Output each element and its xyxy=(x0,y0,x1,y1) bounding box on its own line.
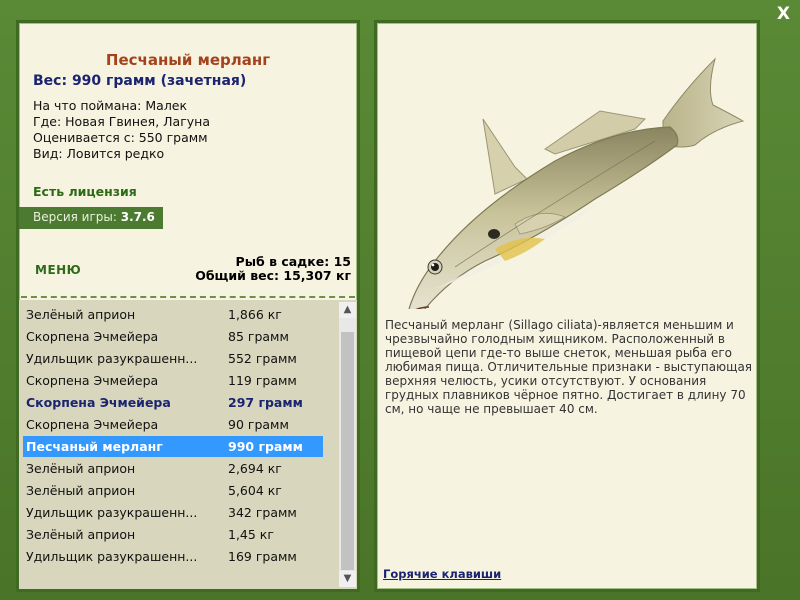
catch-fish-name: Удильщик разукрашенн... xyxy=(26,351,198,366)
catch-list-row[interactable]: Зелёный априон 1,866 кг xyxy=(23,304,323,325)
catch-fish-name: Скорпена Эчмейера xyxy=(26,395,171,410)
catch-fish-weight: 90 грамм xyxy=(228,417,289,432)
bait-info: На что поймана: Малек xyxy=(33,98,188,113)
catch-fish-name: Скорпена Эчмейера xyxy=(26,417,159,432)
version-label: Версия игры: xyxy=(33,210,117,224)
fish-description: Песчаный мерланг (Sillago ciliata)-являе… xyxy=(385,318,753,416)
fish-image xyxy=(408,57,745,309)
chevron-up-icon[interactable]: ▲ xyxy=(339,302,356,318)
catch-fish-name: Зелёный априон xyxy=(26,461,136,476)
catch-fish-weight: 5,604 кг xyxy=(228,483,282,498)
catch-fish-name: Зелёный априон xyxy=(26,307,136,322)
catch-list-row[interactable]: Зелёный априон 1,45 кг xyxy=(23,524,323,545)
keepnet-summary: Рыб в садке: 15 Общий вес: 15,307 кг xyxy=(195,255,351,283)
catch-fish-weight: 552 грамм xyxy=(228,351,297,366)
menu-button[interactable]: МЕНЮ xyxy=(35,263,81,277)
catch-list-scrollbar[interactable]: ▲ ▼ xyxy=(339,302,356,587)
license-status: Есть лицензия xyxy=(33,184,137,199)
scroll-thumb[interactable] xyxy=(341,332,354,570)
catch-fish-weight: 2,694 кг xyxy=(228,461,282,476)
fish-weight: Вес: 990 грамм (зачетная) xyxy=(33,73,247,89)
keepnet-total-weight: Общий вес: 15,307 кг xyxy=(195,268,351,283)
catch-fish-weight: 342 грамм xyxy=(228,505,297,520)
catch-fish-weight: 85 грамм xyxy=(228,329,289,344)
catch-list-row[interactable]: Скорпена Эчмейера 90 грамм xyxy=(23,414,323,435)
divider xyxy=(21,296,355,298)
version-value: 3.7.6 xyxy=(120,210,155,224)
close-icon[interactable]: X xyxy=(777,4,790,24)
catch-list-row[interactable]: Удильщик разукрашенн... 342 грамм xyxy=(23,502,323,523)
location-info: Где: Новая Гвинея, Лагуна xyxy=(33,114,211,129)
catch-fish-weight: 1,45 кг xyxy=(228,527,274,542)
catch-list-row[interactable]: Скорпена Эчмейера 119 грамм xyxy=(23,370,323,391)
keepnet-count: Рыб в садке: 15 xyxy=(235,254,351,269)
catch-fish-weight: 119 грамм xyxy=(228,373,297,388)
catch-fish-weight: 169 грамм xyxy=(228,549,297,564)
catch-list-row[interactable]: Зелёный априон 5,604 кг xyxy=(23,480,323,501)
catch-list[interactable]: Зелёный априон 1,866 кг Скорпена Эчмейера 8… xyxy=(19,300,357,589)
catch-fish-name: Удильщик разукрашенн... xyxy=(26,549,198,564)
catch-list-row[interactable]: Скорпена Эчмейера 297 грамм xyxy=(23,392,323,413)
catch-fish-weight: 1,866 кг xyxy=(228,307,282,322)
catch-list-row[interactable]: Песчаный мерланг 990 грамм xyxy=(23,436,323,457)
catch-fish-name: Удильщик разукрашенн... xyxy=(26,505,198,520)
catch-fish-weight: 990 грамм xyxy=(228,439,303,454)
catch-fish-name: Песчаный мерланг xyxy=(26,439,163,454)
fish-info-panel: Песчаный мерланг Вес: 990 грамм (зачетна… xyxy=(16,20,360,592)
catch-fish-weight: 297 грамм xyxy=(228,395,303,410)
catch-list-row[interactable]: Зелёный априон 2,694 кг xyxy=(23,458,323,479)
catch-fish-name: Зелёный априон xyxy=(26,483,136,498)
kind-info: Вид: Ловится редко xyxy=(33,146,165,161)
catch-fish-name: Скорпена Эчмейера xyxy=(26,373,159,388)
catch-list-row[interactable]: Удильщик разукрашенн... 169 грамм xyxy=(23,546,323,567)
chevron-down-icon[interactable]: ▼ xyxy=(339,571,356,587)
version-bar: Версия игры: 3.7.6 xyxy=(19,207,163,229)
fish-title: Песчаный мерланг xyxy=(105,51,271,69)
catch-fish-name: Зелёный априон xyxy=(26,527,136,542)
fish-picture-panel: Песчаный мерланг (Sillago ciliata)-являе… xyxy=(374,20,760,592)
catch-fish-name: Скорпена Эчмейера xyxy=(26,329,159,344)
rated-info: Оценивается с: 550 грамм xyxy=(33,130,208,145)
catch-list-row[interactable]: Удильщик разукрашенн... 552 грамм xyxy=(23,348,323,369)
catch-list-row[interactable]: Скорпена Эчмейера 85 грамм xyxy=(23,326,323,347)
hotkeys-link[interactable]: Горячие клавиши xyxy=(383,567,501,581)
